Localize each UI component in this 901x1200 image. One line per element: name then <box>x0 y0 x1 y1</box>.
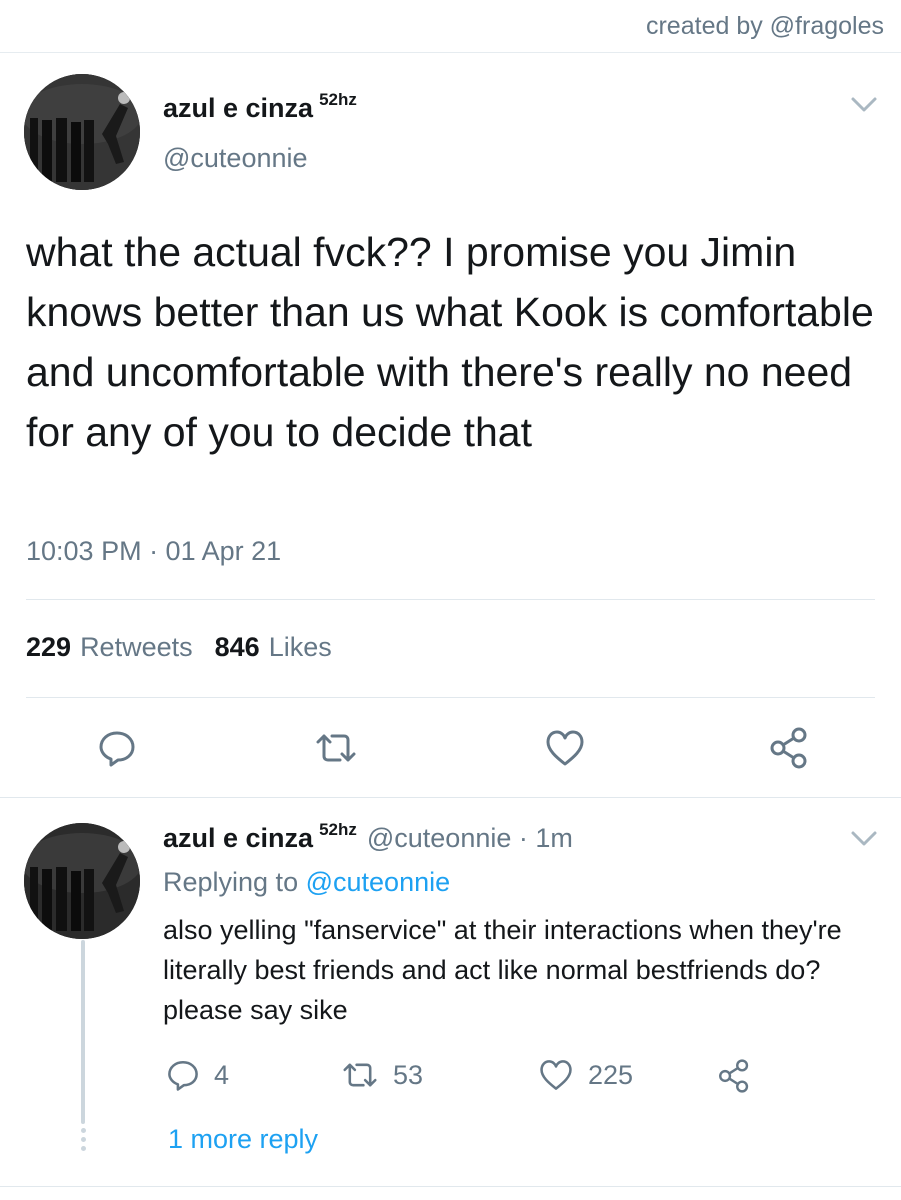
like-button[interactable] <box>544 728 586 768</box>
reply-icon <box>168 1060 198 1091</box>
likes-count: 846 <box>214 632 260 662</box>
chevron-down-icon[interactable] <box>850 830 878 848</box>
retweet-button[interactable]: 53 <box>341 1058 423 1092</box>
share-button[interactable] <box>717 1058 751 1094</box>
thread-line <box>81 940 85 1124</box>
like-button[interactable]: 225 <box>538 1058 633 1092</box>
avatar-image <box>24 823 140 939</box>
credit-text: created by @fragoles <box>645 12 884 40</box>
chevron-down-icon[interactable] <box>850 96 878 114</box>
thread-dots <box>79 1128 87 1155</box>
divider <box>26 599 875 600</box>
divider <box>0 1186 901 1187</box>
tweet-timestamp[interactable]: 10:03 PM · 01 Apr 21 <box>26 536 281 567</box>
avatar[interactable] <box>24 823 140 939</box>
replying-to-link[interactable]: @cuteonnie <box>306 867 451 897</box>
time-ago: 1m <box>535 823 573 853</box>
handle-text: @cuteonnie <box>366 823 512 853</box>
reply-button[interactable]: 4 <box>166 1058 229 1092</box>
heart-icon <box>540 1060 572 1090</box>
divider <box>0 797 901 798</box>
retweet-icon <box>343 1063 377 1087</box>
retweets-stat[interactable]: 229 Retweets <box>26 632 193 662</box>
display-name[interactable]: azul e cinza 52hz <box>163 820 357 853</box>
share-button[interactable] <box>768 726 810 770</box>
share-icon <box>719 1059 749 1093</box>
retweet-count: 53 <box>393 1059 424 1090</box>
display-name-text: azul e cinza <box>163 823 314 853</box>
retweet-button[interactable] <box>314 728 358 768</box>
display-name-text: azul e cinza <box>163 93 314 123</box>
likes-label: Likes <box>268 632 332 662</box>
like-count: 225 <box>588 1059 634 1090</box>
reply-text: also yelling "fanservice" at their inter… <box>163 915 842 1025</box>
reply-icon <box>99 731 135 767</box>
retweets-label: Retweets <box>80 632 193 662</box>
name-suffix: 52hz <box>319 90 357 109</box>
tweet-text: what the actual fvck?? I promise you Jim… <box>26 229 874 455</box>
user-handle[interactable]: @cuteonnie <box>163 143 308 174</box>
avatar[interactable] <box>24 74 140 190</box>
share-icon <box>770 727 807 769</box>
display-name[interactable]: azul e cinza 52hz <box>163 90 357 124</box>
heart-icon <box>546 730 584 766</box>
likes-stat[interactable]: 846 Likes <box>215 632 332 662</box>
user-handle[interactable]: @cuteonnie · 1m <box>367 823 573 853</box>
top-divider <box>0 52 901 53</box>
retweet-icon <box>316 734 356 762</box>
reply-header: azul e cinza 52hz @cuteonnie · 1m <box>163 820 573 854</box>
reply-count: 4 <box>214 1059 230 1090</box>
reply-button[interactable] <box>97 728 137 768</box>
tweet-stats: 229 Retweets 846 Likes <box>26 632 332 663</box>
avatar-image <box>24 74 140 190</box>
name-suffix: 52hz <box>319 820 357 839</box>
replying-to: Replying to @cuteonnie <box>163 867 450 898</box>
more-replies-link[interactable]: 1 more reply <box>168 1124 318 1155</box>
divider <box>26 697 875 698</box>
replying-prefix: Replying to <box>163 867 299 897</box>
retweets-count: 229 <box>26 632 72 662</box>
